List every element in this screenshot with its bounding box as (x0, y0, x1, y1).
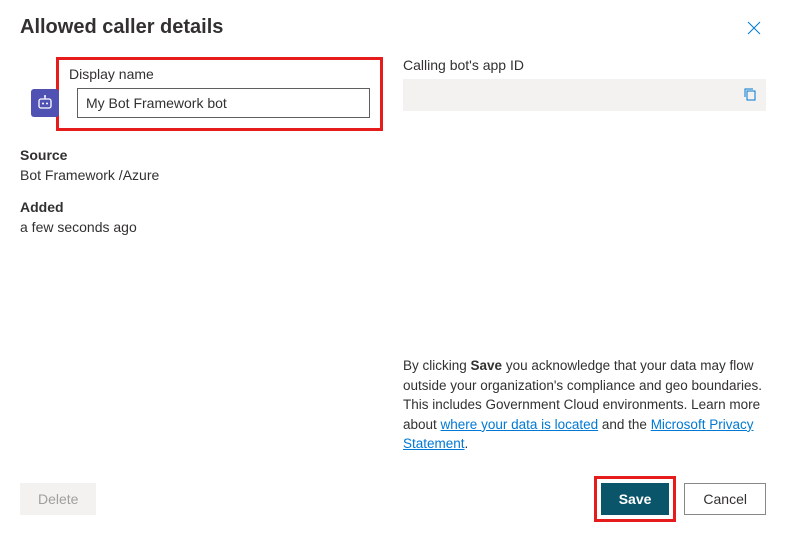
left-column: Display name Source Bot Framework /Azure… (20, 57, 383, 458)
cancel-button[interactable]: Cancel (684, 483, 766, 515)
disclosure-text: By clicking Save you acknowledge that yo… (403, 356, 766, 458)
disclosure-save-word: Save (471, 358, 503, 373)
display-name-input[interactable] (77, 88, 370, 118)
disclosure-pre: By clicking (403, 358, 471, 373)
close-icon (746, 24, 762, 39)
display-name-label: Display name (69, 66, 370, 82)
save-button[interactable]: Save (601, 483, 670, 515)
added-label: Added (20, 199, 383, 215)
right-column: Calling bot's app ID By clicking Save yo… (403, 57, 766, 458)
panel-title: Allowed caller details (20, 16, 223, 39)
app-id-value (403, 79, 734, 111)
added-value: a few seconds ago (20, 219, 383, 235)
disclosure-between: and the (598, 417, 651, 432)
save-button-highlight: Save (594, 476, 677, 522)
delete-button[interactable]: Delete (20, 483, 96, 515)
close-button[interactable] (742, 16, 766, 43)
allowed-caller-details-panel: Allowed caller details Display name (0, 0, 786, 538)
source-value: Bot Framework /Azure (20, 167, 383, 183)
panel-footer: Delete Save Cancel (20, 458, 766, 522)
copy-app-id-button[interactable] (734, 79, 766, 111)
disclosure-period: . (465, 436, 469, 451)
copy-icon (742, 86, 758, 105)
app-id-label: Calling bot's app ID (403, 57, 766, 73)
display-name-highlight: Display name (56, 57, 383, 131)
bot-icon (31, 89, 59, 117)
source-label: Source (20, 147, 383, 163)
panel-content: Display name Source Bot Framework /Azure… (20, 57, 766, 458)
data-location-link[interactable]: where your data is located (441, 417, 599, 432)
panel-header: Allowed caller details (20, 16, 766, 43)
